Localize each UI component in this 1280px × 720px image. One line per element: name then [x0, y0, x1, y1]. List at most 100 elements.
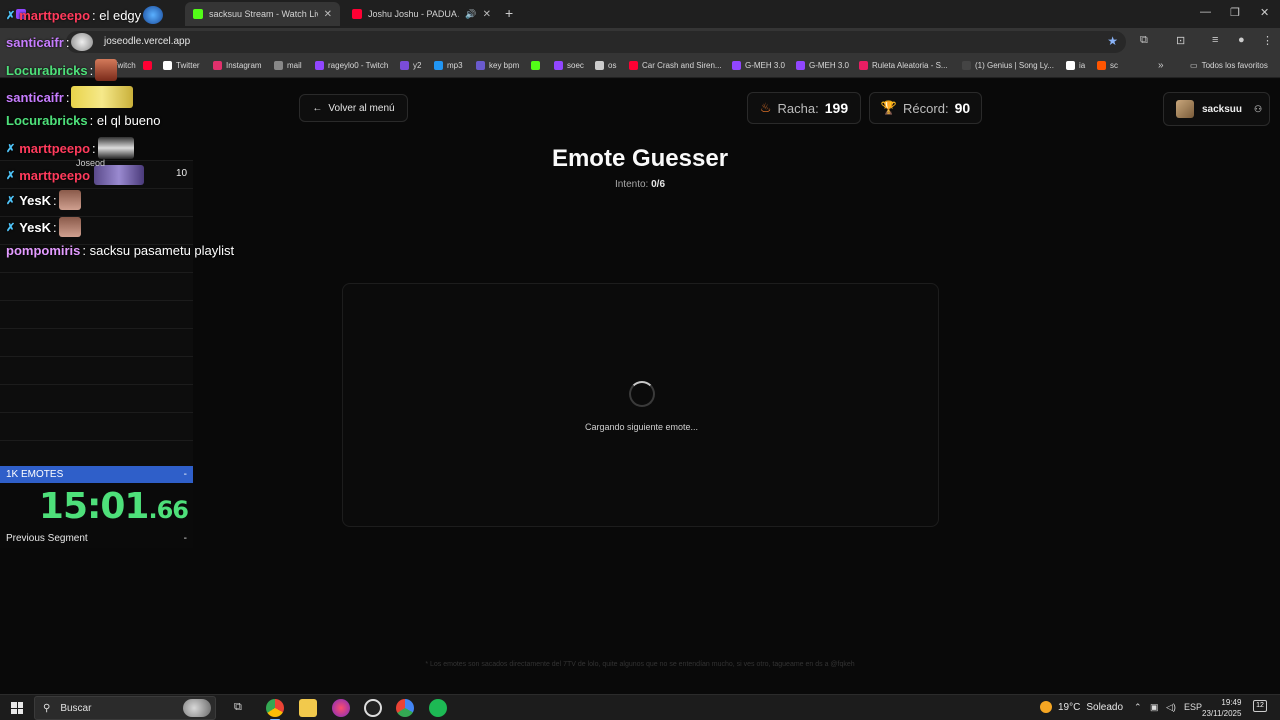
extensions-icon[interactable]: ⧉	[1140, 34, 1148, 47]
overlay-number: 10	[176, 168, 188, 179]
bookmark-soec[interactable]: soec	[554, 61, 584, 70]
obs-icon[interactable]	[364, 699, 382, 717]
bookmark-star-icon[interactable]: ★	[1107, 34, 1118, 48]
more-bookmarks-chevron-icon[interactable]: »	[1158, 60, 1164, 71]
timer-clock: 15:01.66	[38, 486, 189, 527]
speaker-icon[interactable]: 🔊	[465, 9, 476, 20]
globe-emote	[143, 6, 164, 24]
chat-username: santicaifr	[6, 89, 64, 105]
chat-message: ✗ marttpeepo :	[6, 137, 134, 159]
bookmark-ruleta[interactable]: Ruleta Aleatoria - S...	[859, 61, 948, 70]
chat-username: marttpeepo	[19, 7, 91, 23]
back-to-menu-button[interactable]: ← Volver al menú	[299, 94, 408, 122]
spotify-icon[interactable]	[429, 699, 447, 717]
bookmark-os[interactable]: os	[595, 61, 616, 70]
chat-username: marttpeepo	[19, 140, 91, 156]
kick-icon	[531, 61, 540, 70]
close-tab-icon[interactable]: ✕	[483, 9, 491, 20]
chrome-icon[interactable]	[266, 699, 284, 720]
drive-icon[interactable]	[396, 699, 414, 717]
blonde-emote	[71, 86, 134, 108]
close-window-button[interactable]: ✕	[1260, 6, 1269, 19]
face-emote	[58, 190, 81, 210]
twitch-icon	[554, 61, 563, 70]
bookmark-car-crash[interactable]: Car Crash and Siren...	[629, 61, 722, 70]
bookmark-label: y2	[413, 61, 422, 70]
crowd-emote	[94, 165, 145, 185]
profile-icon[interactable]: ●	[1238, 34, 1245, 46]
chat-message: santicaifr :	[6, 33, 94, 51]
network-icon[interactable]: ▣	[1150, 702, 1159, 713]
notification-center-icon[interactable]: 12	[1253, 700, 1267, 712]
chat-message: Locurabricks :	[6, 59, 118, 81]
tab-title: Joshu Joshu - PADUA ANGEL	[368, 9, 459, 19]
loading-text: Cargando siguiente emote...	[584, 422, 699, 432]
screenshot-icon[interactable]: ⊡	[1176, 34, 1185, 47]
close-tab-icon[interactable]: ✕	[324, 9, 332, 20]
twitch-icon	[796, 61, 805, 70]
sword-badge-icon: ✗	[6, 142, 16, 155]
flame-icon: ♨	[759, 100, 772, 115]
app-icon[interactable]	[332, 699, 350, 717]
bookmark-gmeh-2[interactable]: G-MEH 3.0	[796, 61, 849, 70]
all-bookmarks-folder[interactable]: ▭ Todos los favoritos	[1190, 61, 1268, 70]
youtube-icon	[352, 9, 362, 19]
divider	[0, 384, 193, 385]
chat-text: : el ql bueno	[89, 113, 161, 128]
overlay-label: Joseod	[76, 158, 106, 168]
loading-spinner-icon	[629, 381, 655, 407]
search-highlight-image	[183, 699, 211, 717]
taskbar-search[interactable]: ⚲ Buscar	[34, 696, 216, 720]
mail-icon	[274, 61, 283, 70]
file-explorer-icon[interactable]	[299, 699, 317, 717]
y2-icon	[400, 61, 409, 70]
current-split: 1K EMOTES -	[0, 466, 193, 483]
timer-main: 15:01	[38, 486, 150, 527]
chat-text: : sacksu pasametu playlist	[82, 243, 235, 258]
weather-temp: 19°C	[1058, 701, 1081, 713]
chevron-up-icon[interactable]: ⌃	[1134, 702, 1142, 713]
split-name: 1K EMOTES	[6, 469, 64, 480]
maximize-button[interactable]: ❐	[1230, 6, 1240, 19]
split-delta: -	[183, 469, 187, 480]
folder-icon: ▭	[1190, 61, 1198, 70]
user-profile-button[interactable]: sacksuu ⚇	[1163, 92, 1270, 126]
bookmark-kick[interactable]	[531, 61, 544, 70]
windows-start-icon[interactable]	[11, 702, 23, 714]
bookmark-mp3[interactable]: mp3	[434, 61, 463, 70]
bookmark-label: (1) Genius | Song Ly...	[975, 61, 1055, 70]
weather-widget[interactable]: 19°C Soleado	[1040, 701, 1123, 713]
attempt-value: 0/6	[651, 179, 666, 190]
bookmark-mail[interactable]: mail	[274, 61, 302, 70]
volume-icon[interactable]: ◁)	[1166, 702, 1176, 713]
menu-icon[interactable]: ⋮	[1262, 34, 1273, 47]
face-emote	[95, 59, 118, 81]
media-control-icon[interactable]: ≡	[1212, 34, 1218, 46]
record-badge: 🏆 Récord: 90	[869, 92, 982, 124]
taskbar-clock[interactable]: 19:49 23/11/2025	[1202, 697, 1241, 719]
bookmark-genius[interactable]: (1) Genius | Song Ly...	[962, 61, 1054, 70]
bookmark-y2[interactable]: y2	[400, 61, 421, 70]
chat-message: ✗ YesK :	[6, 217, 81, 237]
bookmark-gmeh-1[interactable]: G-MEH 3.0	[732, 61, 785, 70]
bookmark-label: ia	[1079, 61, 1086, 70]
bookmark-label: os	[608, 61, 617, 70]
tab-youtube-music[interactable]: Joshu Joshu - PADUA ANGEL 🔊 ✕	[344, 2, 499, 26]
language-indicator[interactable]: ESP	[1184, 702, 1202, 712]
bookmark-rageylo[interactable]: rageylo0 - Twitch	[315, 61, 388, 70]
minimize-button[interactable]: —	[1200, 6, 1211, 18]
chat-username: Locurabricks	[6, 62, 88, 78]
bookmark-key-bpm[interactable]: key bpm	[476, 61, 519, 70]
bookmark-sc[interactable]: sc	[1097, 61, 1118, 70]
key-icon	[476, 61, 485, 70]
bookmark-label: Car Crash and Siren...	[642, 61, 722, 70]
chat-username: pompomiris	[6, 243, 81, 258]
bookmark-ia[interactable]: ia	[1066, 61, 1085, 70]
chat-message: ✗ marttpeepo	[6, 165, 145, 185]
divider	[0, 412, 193, 413]
task-view-icon[interactable]: ⧉	[234, 701, 242, 714]
new-tab-button[interactable]: +	[505, 5, 513, 21]
soundcloud-icon	[1097, 61, 1106, 70]
bookmark-label: rageylo0 - Twitch	[328, 61, 389, 70]
bookmark-label: soec	[567, 61, 584, 70]
